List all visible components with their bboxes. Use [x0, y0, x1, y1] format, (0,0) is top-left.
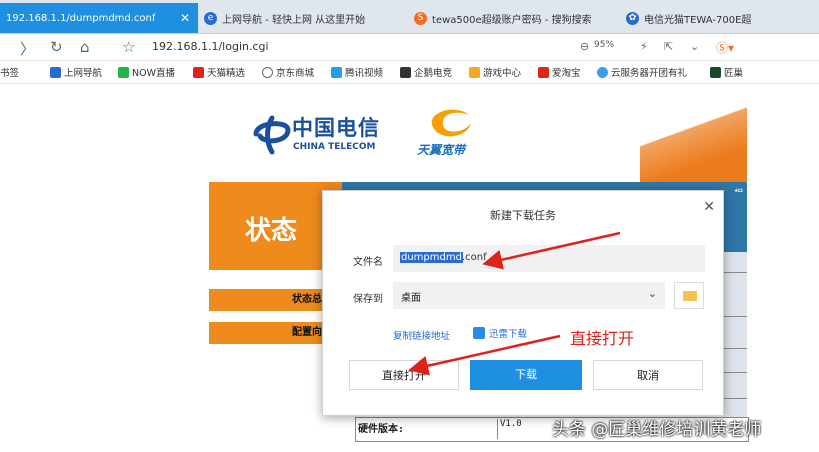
annotation-label: 直接打开 [570, 329, 635, 348]
arrow-to-filename [482, 231, 621, 270]
annotation-arrows [408, 231, 621, 376]
arrow-to-open-button [408, 334, 561, 376]
watermark: 头条 @匠巢维修培训黄老师 [552, 420, 762, 440]
